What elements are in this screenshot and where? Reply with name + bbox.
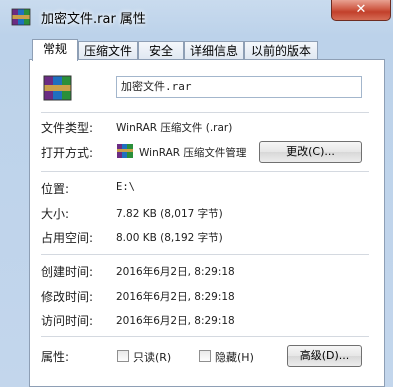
hidden-label[interactable]: 隐藏(H) xyxy=(215,349,254,365)
size-on-disk-value: 8.00 KB (8,192 字节) xyxy=(116,232,223,244)
created-value: 2016年6月2日, 8:29:18 xyxy=(116,266,235,278)
accessed-label: 访问时间: xyxy=(41,314,94,328)
properties-dialog: 加密文件.rar 属性 ✕ 常规 压缩文件 安全 详细信息 以前的版本 加密文件… xyxy=(0,0,393,387)
title-bar[interactable]: 加密文件.rar 属性 ✕ xyxy=(0,0,393,34)
winrar-archive-icon xyxy=(42,72,74,105)
tab-archive[interactable]: 压缩文件 xyxy=(78,41,138,60)
size-on-disk-label: 占用空间: xyxy=(41,231,94,245)
readonly-checkbox[interactable] xyxy=(117,350,129,362)
modified-label: 修改时间: xyxy=(41,290,94,304)
file-type-value: WinRAR 压缩文件 (.rar) xyxy=(116,122,233,134)
file-name-input[interactable]: 加密文件.rar xyxy=(116,76,362,98)
tab-details[interactable]: 详细信息 xyxy=(184,41,244,60)
opens-with-value: WinRAR 压缩文件管理 xyxy=(139,147,247,159)
close-icon: ✕ xyxy=(355,2,367,17)
divider xyxy=(41,254,369,255)
location-value: E:\ xyxy=(116,181,135,193)
location-label: 位置: xyxy=(41,182,70,196)
size-label: 大小: xyxy=(41,207,70,221)
winrar-app-icon xyxy=(116,143,134,162)
tab-general[interactable]: 常规 xyxy=(32,39,78,61)
advanced-button[interactable]: 高级(D)... xyxy=(287,345,362,367)
divider xyxy=(41,112,369,113)
file-type-label: 文件类型: xyxy=(41,121,94,135)
modified-value: 2016年6月2日, 8:29:18 xyxy=(116,291,235,303)
attributes-label: 属性: xyxy=(41,350,70,364)
divider xyxy=(41,171,369,172)
tab-previous-versions[interactable]: 以前的版本 xyxy=(244,41,318,60)
created-label: 创建时间: xyxy=(41,265,94,279)
change-button[interactable]: 更改(C)... xyxy=(259,141,362,163)
winrar-archive-icon xyxy=(11,8,31,26)
divider xyxy=(41,336,369,337)
hidden-checkbox[interactable] xyxy=(199,350,211,362)
general-panel xyxy=(29,59,385,387)
opens-with-label: 打开方式: xyxy=(41,146,94,160)
accessed-value: 2016年6月2日, 8:29:18 xyxy=(116,315,235,327)
close-button[interactable]: ✕ xyxy=(331,0,391,21)
readonly-label[interactable]: 只读(R) xyxy=(133,349,171,365)
tab-security[interactable]: 安全 xyxy=(138,41,184,60)
size-value: 7.82 KB (8,017 字节) xyxy=(116,208,223,220)
window-title: 加密文件.rar 属性 xyxy=(41,12,146,27)
